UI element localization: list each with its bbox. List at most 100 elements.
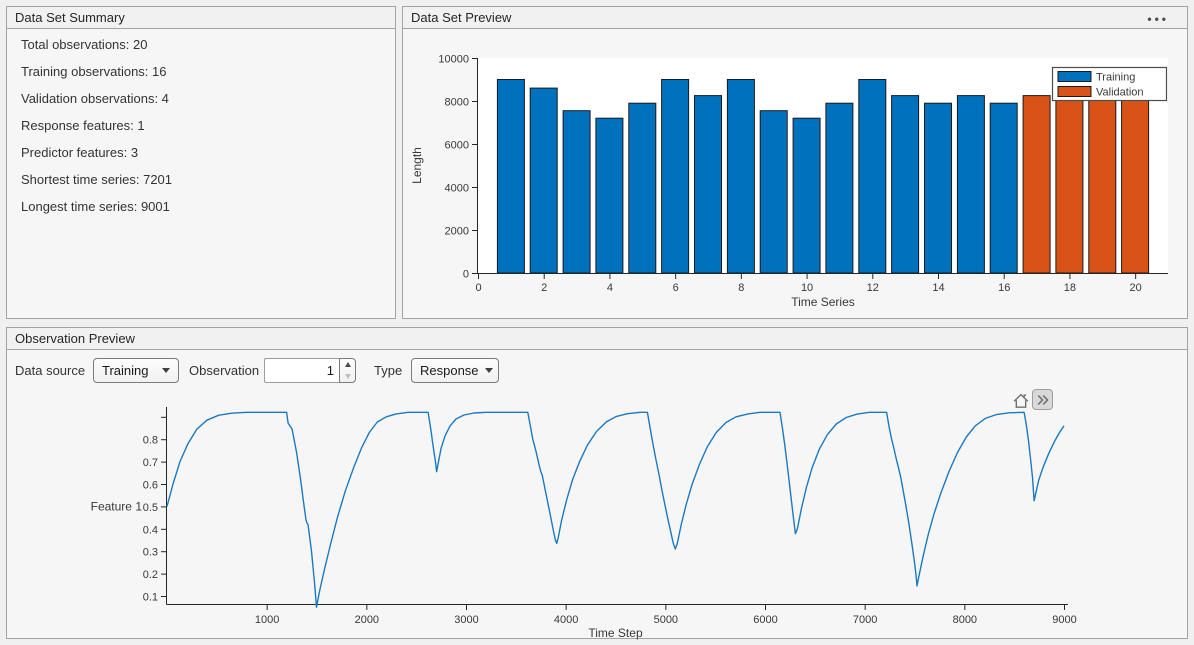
data-set-summary-panel: Data Set Summary Total observations: 20T…	[6, 6, 396, 319]
svg-text:0.2: 0.2	[143, 569, 158, 581]
bar	[497, 80, 524, 274]
data-set-preview-panel: Data Set Preview ••• 0 2000 4000 6000 8000 10…	[402, 6, 1188, 319]
svg-text:12: 12	[867, 282, 879, 294]
svg-text:0.4: 0.4	[143, 524, 158, 536]
type-dropdown[interactable]: Response	[411, 358, 499, 383]
home-button[interactable]	[1010, 390, 1031, 411]
bar	[990, 103, 1017, 273]
svg-text:8000: 8000	[953, 614, 977, 626]
summary-line: Longest time series: 9001	[21, 200, 381, 213]
observation-input[interactable]: 1	[264, 358, 339, 383]
svg-text:3000: 3000	[454, 614, 478, 626]
svg-text:2: 2	[541, 282, 547, 294]
svg-text:14: 14	[932, 282, 944, 294]
chevron-down-icon	[485, 368, 493, 373]
data-source-dropdown[interactable]: Training	[93, 358, 179, 383]
summary-line: Training observations: 16	[21, 65, 381, 78]
bar	[1023, 96, 1050, 273]
svg-text:4000: 4000	[554, 614, 578, 626]
summary-line: Shortest time series: 7201	[21, 173, 381, 186]
svg-text:0.6: 0.6	[143, 480, 158, 492]
svg-text:0.5: 0.5	[143, 502, 158, 514]
bar	[727, 80, 754, 274]
length-bar-chart: 0 2000 4000 6000 8000 10000 0 2 4 6 8 10 12 14 16 18 20 T…	[403, 29, 1187, 319]
summary-line: Total observations: 20	[21, 38, 381, 51]
spinner-up-button[interactable]	[340, 359, 355, 371]
svg-text:6: 6	[673, 282, 679, 294]
svg-text:Training: Training	[1096, 72, 1135, 84]
bar	[826, 103, 853, 273]
svg-text:6000: 6000	[445, 140, 469, 152]
bar	[629, 103, 656, 273]
panel-title: Data Set Preview	[403, 7, 1187, 29]
data-source-value: Training	[102, 363, 148, 378]
svg-text:20: 20	[1130, 282, 1142, 294]
svg-text:18: 18	[1064, 282, 1076, 294]
observation-stepper: 1	[264, 358, 356, 383]
svg-text:0: 0	[475, 282, 481, 294]
expand-toolbar-icon	[1035, 392, 1051, 408]
svg-text:6000: 6000	[753, 614, 777, 626]
bar	[1122, 96, 1149, 273]
bar	[596, 118, 623, 273]
y-axis-title: Feature 1	[91, 499, 143, 513]
svg-text:0.3: 0.3	[143, 547, 158, 559]
svg-text:Validation: Validation	[1096, 87, 1144, 99]
svg-text:0: 0	[463, 269, 469, 281]
svg-text:8000: 8000	[445, 97, 469, 109]
bar	[925, 103, 952, 273]
observation-label: Observation	[189, 364, 259, 378]
svg-text:9000: 9000	[1052, 614, 1076, 626]
svg-text:2000: 2000	[355, 614, 379, 626]
svg-text:2000: 2000	[445, 226, 469, 238]
ellipsis-menu-icon[interactable]: •••	[1147, 13, 1169, 25]
y-axis-title: Length	[410, 147, 424, 184]
chevron-down-icon	[162, 368, 170, 373]
bar	[1089, 96, 1116, 273]
bar	[957, 96, 984, 273]
summary-line: Response features: 1	[21, 119, 381, 132]
svg-text:16: 16	[998, 282, 1010, 294]
svg-text:0.8: 0.8	[143, 435, 158, 447]
bar	[859, 80, 886, 274]
summary-line: Predictor features: 3	[21, 146, 381, 159]
svg-text:0.1: 0.1	[143, 592, 158, 604]
svg-text:7000: 7000	[853, 614, 877, 626]
arrow-up-icon	[345, 362, 351, 367]
bar	[530, 88, 557, 273]
expand-toolbar-button[interactable]	[1032, 389, 1053, 410]
bar	[760, 111, 787, 273]
type-value: Response	[420, 363, 479, 378]
bar	[695, 96, 722, 273]
type-label: Type	[374, 364, 402, 378]
bar	[662, 80, 689, 274]
panel-title: Data Set Summary	[7, 7, 395, 29]
svg-text:8: 8	[738, 282, 744, 294]
panel-title: Observation Preview	[7, 328, 1187, 350]
svg-text:1000: 1000	[255, 614, 279, 626]
spinner-buttons	[339, 358, 356, 383]
observation-line-chart: 0.1 0.2 0.3 0.4 0.5 0.6 0.7 0.8 1000 2000 3000 4000…	[7, 389, 1189, 640]
legend: Training Validation	[1053, 68, 1167, 101]
spinner-down-button[interactable]	[340, 371, 355, 383]
arrow-down-icon	[345, 374, 351, 379]
observation-value: 1	[327, 363, 334, 378]
bar	[563, 111, 590, 273]
bar	[793, 118, 820, 273]
data-source-label: Data source	[15, 364, 85, 378]
x-axis-title: Time Step	[588, 626, 643, 640]
bar	[892, 96, 919, 273]
svg-text:10: 10	[801, 282, 813, 294]
observation-preview-panel: Observation Preview Data source Training…	[6, 327, 1188, 639]
bar	[1056, 96, 1083, 273]
home-icon	[1012, 392, 1030, 410]
feature-line	[167, 412, 1064, 607]
summary-list: Total observations: 20 Training observati…	[7, 29, 395, 213]
svg-text:0.7: 0.7	[143, 457, 158, 469]
svg-text:5000: 5000	[654, 614, 678, 626]
svg-text:4: 4	[607, 282, 613, 294]
svg-text:10000: 10000	[438, 54, 469, 66]
x-axis-title: Time Series	[791, 295, 855, 309]
summary-line: Validation observations: 4	[21, 92, 381, 105]
svg-text:4000: 4000	[445, 183, 469, 195]
